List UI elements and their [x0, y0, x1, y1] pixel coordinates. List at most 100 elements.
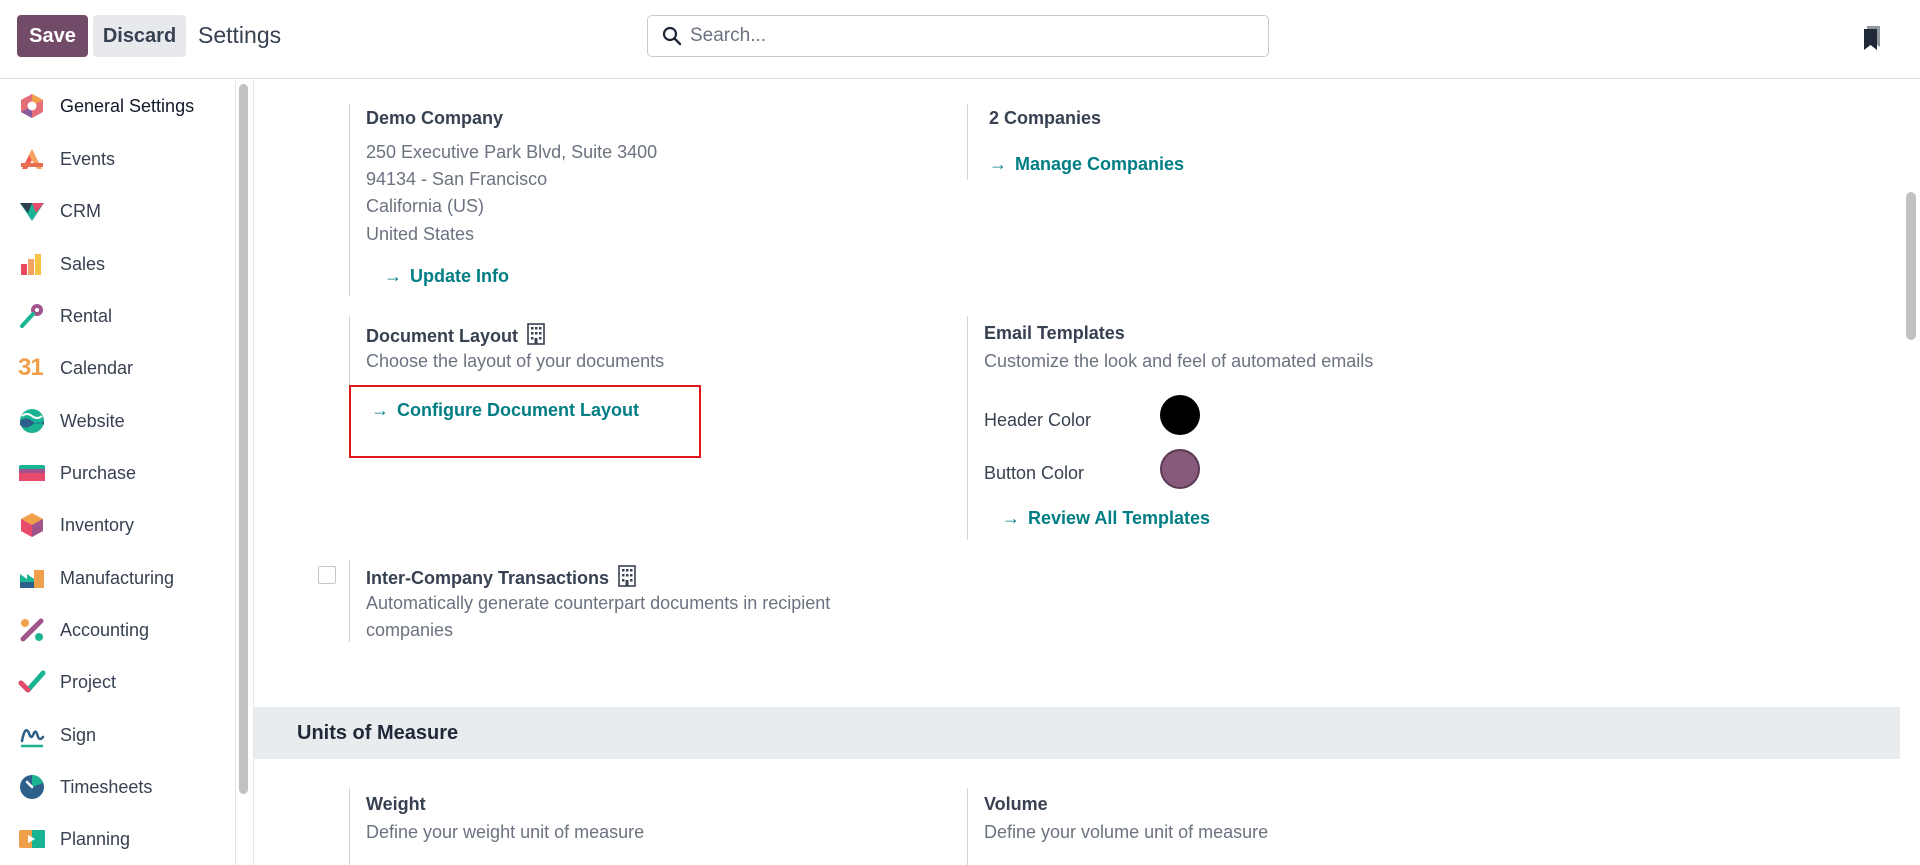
company-name: Demo Company — [366, 108, 504, 128]
email-templates-title: Email Templates — [984, 323, 1125, 343]
setting-divider — [349, 104, 350, 296]
sidebar-item-general-settings[interactable]: General Settings — [0, 82, 232, 130]
discard-button[interactable]: Discard — [93, 15, 186, 57]
building-icon — [618, 565, 636, 587]
inter-company-title-text: Inter-Company Transactions — [366, 568, 610, 588]
sidebar-item-accounting[interactable]: Accounting — [0, 606, 232, 654]
setting-divider — [967, 104, 968, 180]
sidebar-item-project[interactable]: Project — [0, 658, 232, 706]
save-button[interactable]: Save — [17, 15, 88, 57]
sidebar-scrollbar-thumb[interactable] — [239, 84, 248, 794]
company-address-line: United States — [366, 224, 475, 244]
update-info-label: Update Info — [410, 266, 509, 286]
project-icon — [18, 670, 46, 693]
search-box[interactable] — [647, 15, 1269, 57]
sidebar-item-events[interactable]: Events — [0, 135, 232, 183]
inventory-icon — [21, 513, 43, 537]
manage-companies-label: Manage Companies — [1015, 154, 1185, 174]
sidebar: General Settings Events CRM Sales Rental… — [0, 80, 236, 865]
company-address-line: California (US) — [366, 196, 485, 216]
website-icon — [20, 409, 44, 433]
header-color-swatch[interactable] — [1160, 395, 1200, 435]
crm-icon — [20, 203, 44, 221]
email-templates-description: Customize the look and feel of automated… — [984, 351, 1374, 371]
page-title: Settings — [198, 22, 282, 48]
update-info-link[interactable]: → Update Info — [384, 266, 509, 287]
section-title: Units of Measure — [297, 722, 459, 744]
planning-icon — [19, 830, 45, 848]
setting-divider — [967, 788, 968, 865]
sidebar-item-calendar[interactable]: 31 Calendar — [0, 344, 232, 392]
company-address-line: 94134 - San Francisco — [366, 169, 548, 189]
sidebar-item-label: Sales — [60, 253, 106, 274]
arrow-right-icon: → — [384, 266, 402, 286]
general-settings-icon — [21, 94, 43, 118]
document-layout-title-text: Document Layout — [366, 326, 519, 346]
sidebar-item-label: Planning — [60, 828, 131, 849]
inter-company-description: Automatically generate counterpart docum… — [366, 593, 831, 613]
setting-divider — [349, 788, 350, 865]
sidebar-item-label: Manufacturing — [60, 567, 175, 588]
building-icon — [527, 323, 545, 345]
setting-divider — [349, 560, 350, 642]
document-layout-title: Document Layout — [366, 323, 546, 347]
companies-count: 2 Companies — [989, 108, 1102, 128]
sidebar-item-rental[interactable]: Rental — [0, 292, 232, 340]
timesheets-icon — [20, 775, 44, 799]
sidebar-item-label: Events — [60, 148, 116, 169]
sidebar-item-crm[interactable]: CRM — [0, 187, 232, 235]
company-address-line: 250 Executive Park Blvd, Suite 3400 — [366, 142, 658, 162]
weight-description: Define your weight unit of measure — [366, 822, 645, 842]
manage-companies-link[interactable]: → Manage Companies — [989, 154, 1184, 175]
review-all-templates-link[interactable]: → Review All Templates — [1002, 508, 1210, 529]
manufacturing-icon — [20, 570, 44, 588]
sidebar-item-label: Calendar — [60, 357, 134, 378]
setting-divider — [349, 316, 350, 386]
sidebar-item-label: Inventory — [60, 514, 135, 535]
weight-title: Weight — [366, 794, 426, 814]
sidebar-item-sign[interactable]: Sign — [0, 711, 232, 759]
search-icon — [662, 26, 682, 46]
sidebar-item-website[interactable]: Website — [0, 397, 232, 445]
events-icon — [21, 149, 43, 169]
sidebar-item-label: Accounting — [60, 619, 150, 640]
setting-divider — [967, 316, 968, 540]
main-scrollbar-thumb[interactable] — [1906, 192, 1916, 340]
accounting-icon — [20, 618, 44, 642]
purchase-icon — [19, 465, 45, 481]
sidebar-item-label: Sign — [60, 724, 97, 745]
bookmark-icon[interactable] — [1862, 25, 1882, 51]
sidebar-item-label: Website — [60, 410, 125, 431]
sidebar-item-label: Project — [60, 671, 117, 692]
volume-description: Define your volume unit of measure — [984, 822, 1269, 842]
sidebar-item-planning[interactable]: Planning — [0, 815, 232, 863]
section-header-band — [254, 707, 1900, 759]
inter-company-description: companies — [366, 620, 454, 640]
sidebar-item-timesheets[interactable]: Timesheets — [0, 763, 232, 811]
arrow-right-icon: → — [1002, 508, 1020, 528]
volume-title: Volume — [984, 794, 1048, 814]
sidebar-item-label: Rental — [60, 305, 113, 326]
button-color-swatch[interactable] — [1160, 449, 1200, 489]
document-layout-description: Choose the layout of your documents — [366, 351, 665, 371]
rental-icon — [20, 304, 43, 328]
inter-company-checkbox[interactable] — [318, 566, 336, 584]
sidebar-item-sales[interactable]: Sales — [0, 240, 232, 288]
sidebar-item-manufacturing[interactable]: Manufacturing — [0, 554, 232, 602]
sidebar-item-label: Timesheets — [60, 776, 153, 797]
top-bar: Save Discard Settings — [0, 0, 1920, 79]
arrow-right-icon: → — [989, 154, 1007, 174]
sidebar-item-label: General Settings — [60, 95, 195, 116]
header-color-label: Header Color — [984, 410, 1092, 430]
inter-company-title: Inter-Company Transactions — [366, 565, 637, 589]
highlight-box — [349, 385, 701, 458]
sidebar-item-label: Purchase — [60, 462, 137, 483]
search-input[interactable] — [690, 22, 1250, 50]
sidebar-item-inventory[interactable]: Inventory — [0, 501, 232, 549]
button-color-label: Button Color — [984, 463, 1085, 483]
review-all-templates-label: Review All Templates — [1028, 508, 1211, 528]
sign-icon — [20, 729, 45, 748]
sales-icon — [21, 254, 41, 275]
sidebar-item-purchase[interactable]: Purchase — [0, 449, 232, 497]
sidebar-item-label: CRM — [60, 200, 101, 221]
